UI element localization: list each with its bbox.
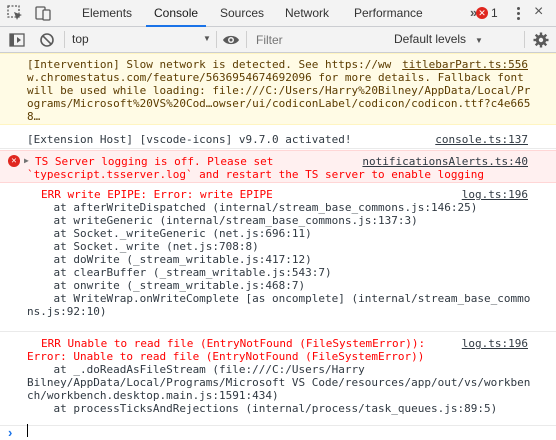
log-levels-dropdown[interactable]: Default levels ▼ [394, 29, 483, 49]
dropdown-arrow-icon: ▼ [203, 34, 211, 43]
stack-line: at Socket._writeGeneric (net.js:696:11) [27, 227, 312, 240]
device-toolbar-icon[interactable] [34, 4, 52, 22]
kebab-menu-icon[interactable] [512, 4, 524, 22]
warning-line: ograms/Microsoft%20VS%20Cod…owser/ui/cod… [27, 97, 531, 110]
console-toolbar: top ▼ Default levels ▼ [0, 27, 556, 53]
error-message: ✕ ▶ TS Server logging is off. Please set… [0, 150, 556, 183]
stack-line: at clearBuffer (_stream_writable.js:543:… [27, 266, 332, 279]
info-message: [Extension Host] [vscode-icons] v9.7.0 a… [0, 129, 556, 149]
error-count: 1 [491, 6, 498, 20]
stack-line: at afterWriteDispatched (internal/stream… [27, 201, 478, 214]
log-line: ERR write EPIPE: Error: write EPIPE [41, 188, 273, 201]
stack-line: at onwrite (_stream_writable.js:468:7) [27, 279, 306, 292]
log-line: Error: Unable to read file (EntryNotFoun… [27, 350, 425, 363]
stack-line: ch/workbench.desktop.main.js:1591:434) [27, 389, 279, 402]
stack-line: at doWrite (_stream_writable.js:417:12) [27, 253, 312, 266]
stack-line: at writeGeneric (internal/stream_base_co… [27, 214, 418, 227]
stack-line: at processTicksAndRejections (internal/p… [27, 402, 498, 415]
stack-line: at WriteWrap.onWriteComplete [as oncompl… [27, 292, 531, 305]
stack-line: at Socket._write (net.js:708:8) [27, 240, 259, 253]
context-value: top [72, 32, 89, 46]
warning-line: 8… [27, 110, 41, 123]
error-line: `typescript.tsserver.log` and restart th… [27, 168, 484, 181]
expand-triangle-icon[interactable]: ▶ [24, 156, 29, 165]
stack-line: at _.doReadAsFileStream (file:///C:/User… [27, 363, 365, 376]
log-message: ERR Unable to read file (EntryNotFound (… [0, 332, 556, 426]
settings-gear-icon[interactable] [532, 31, 550, 49]
toolbar-divider [246, 31, 247, 48]
error-count-icon: ✕ [476, 7, 488, 19]
devtools-tabbar: Elements Console Sources Network Perform… [0, 0, 556, 27]
tab-console[interactable]: Console [145, 0, 207, 27]
toolbar-divider [216, 31, 217, 48]
dropdown-arrow-icon: ▼ [475, 36, 483, 45]
error-source-link[interactable]: notificationsAlerts.ts:40 [362, 155, 528, 168]
log-line: ERR Unable to read file (EntryNotFound (… [41, 337, 426, 350]
log-source-link[interactable]: log.ts:196 [462, 188, 528, 201]
console-input[interactable] [27, 424, 28, 437]
error-icon: ✕ [8, 155, 20, 167]
live-expression-eye-icon[interactable] [222, 31, 240, 49]
tab-performance[interactable]: Performance [354, 0, 423, 26]
filter-input[interactable] [254, 29, 386, 51]
toolbar-divider [64, 31, 65, 48]
stack-line: ns.js:92:10) [27, 305, 107, 318]
log-levels-label: Default levels [394, 32, 467, 46]
close-devtools-button[interactable]: × [534, 3, 543, 21]
warning-message: [Intervention] Slow network is detected.… [0, 53, 556, 125]
tab-network[interactable]: Network [285, 0, 329, 26]
warning-line: [Intervention] Slow network is detected.… [27, 58, 398, 71]
warning-source-link[interactable]: titlebarPart.ts:556 [402, 58, 528, 71]
tab-elements[interactable]: Elements [82, 0, 132, 26]
log-source-link[interactable]: log.ts:196 [462, 337, 528, 350]
info-text: [Extension Host] [vscode-icons] v9.7.0 a… [27, 133, 352, 146]
info-source-link[interactable]: console.ts:137 [435, 133, 528, 146]
sidebar-toggle-icon[interactable] [8, 31, 26, 49]
stack-line: Bilney/AppData/Local/Programs/Microsoft … [27, 376, 531, 389]
warning-line: w.chromestatus.com/feature/5636954674692… [27, 71, 524, 84]
log-message: ERR write EPIPE: Error: write EPIPE log.… [0, 184, 556, 332]
clear-console-icon[interactable] [38, 31, 56, 49]
context-selector[interactable]: top ▼ [72, 29, 212, 49]
tab-sources[interactable]: Sources [220, 0, 264, 26]
error-line: TS Server logging is off. Please set [35, 155, 274, 168]
inspect-element-icon[interactable] [6, 4, 24, 22]
warning-line: will be used while loading: file:///C:/U… [27, 84, 531, 97]
console-output: [Intervention] Slow network is detected.… [0, 53, 556, 438]
toolbar-divider [524, 31, 525, 48]
